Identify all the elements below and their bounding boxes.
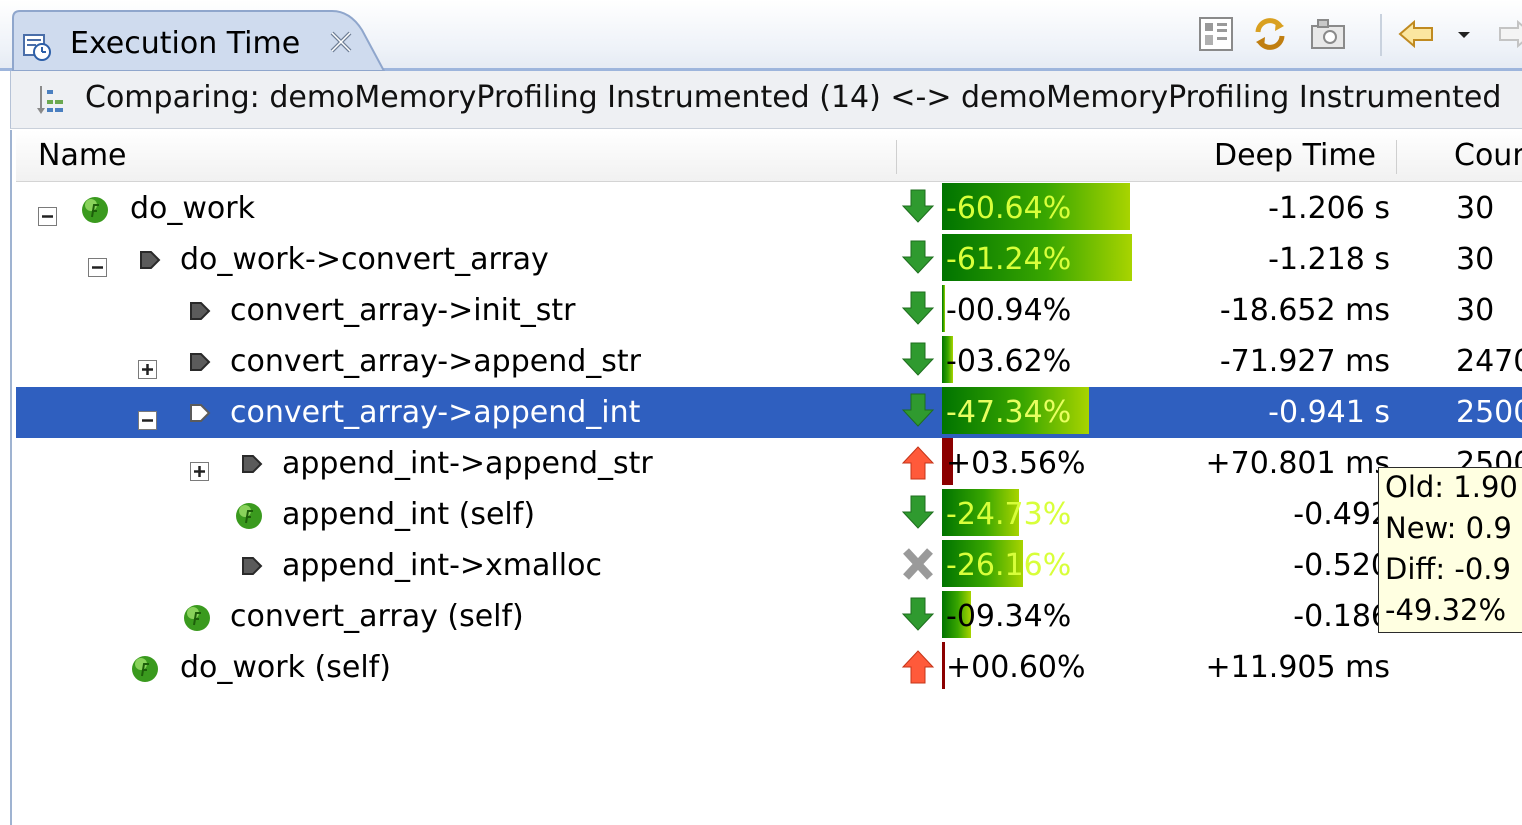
row-count: 2470 (1456, 344, 1522, 379)
row-name: do_work (self) (180, 650, 391, 685)
call-icon (186, 297, 214, 325)
row-percent: -47.34% (946, 395, 1072, 430)
close-icon[interactable] (327, 28, 355, 56)
comparison-label: Comparing: demoMemoryProfiling Instrumen… (85, 80, 1502, 115)
decrease-arrow-icon (900, 392, 936, 430)
row-name: append_int (self) (282, 497, 536, 532)
row-deep-time: -0.492 (1293, 497, 1390, 532)
call-icon (186, 348, 214, 376)
row-deep-time: -0.186 (1293, 599, 1390, 634)
tree-row[interactable]: do_work->convert_array -61.24% -1.218 s 30 (16, 234, 1522, 285)
view-tab-strip: Execution Time (0, 0, 1522, 72)
collapse-icon[interactable] (88, 250, 107, 277)
decrease-arrow-icon (900, 596, 936, 634)
decrease-arrow-icon (900, 239, 936, 277)
refresh-icon[interactable] (1250, 14, 1290, 54)
row-name: convert_array->append_str (230, 344, 641, 379)
toolbar-separator (1380, 14, 1382, 56)
decrease-arrow-icon (900, 341, 936, 379)
diff-bar (942, 285, 945, 332)
row-count: 30 (1456, 191, 1495, 226)
tab-execution-time[interactable]: Execution Time (12, 10, 390, 72)
row-name: convert_array->init_str (230, 293, 576, 328)
collapse-icon[interactable] (138, 403, 157, 430)
call-icon (238, 450, 266, 478)
row-deep-time: -0.941 s (1268, 395, 1390, 430)
function-icon (182, 603, 210, 631)
decrease-arrow-icon (900, 290, 936, 328)
camera-icon[interactable] (1308, 14, 1348, 54)
dropdown-icon[interactable] (1452, 14, 1476, 54)
stopwatch-icon (22, 32, 52, 62)
row-percent: -26.16% (946, 548, 1072, 583)
decrease-arrow-icon (900, 494, 936, 532)
call-icon (238, 552, 266, 580)
forward-arrow-icon[interactable] (1496, 14, 1522, 54)
row-name: append_int->append_str (282, 446, 653, 481)
call-icon (186, 399, 214, 427)
tree-row[interactable]: append_int->xmalloc -26.16% -0.520 (16, 540, 1522, 591)
diff-bar (942, 642, 945, 689)
back-arrow-icon[interactable] (1396, 14, 1436, 54)
row-name: convert_array->append_int (230, 395, 641, 430)
tree-row[interactable]: append_int (self) -24.73% -0.492 (16, 489, 1522, 540)
view-left-border (10, 130, 12, 825)
column-header-deep-time[interactable]: Deep Time (1214, 130, 1376, 182)
row-deep-time: -71.927 ms (1219, 344, 1390, 379)
column-header-count[interactable]: Coun (1454, 130, 1522, 182)
tooltip-diff-value: Diff: -0.9 (1385, 552, 1511, 586)
row-deep-time: -1.218 s (1268, 242, 1390, 277)
tree-row[interactable]: convert_array->append_int -47.34% -0.941 s… (16, 387, 1522, 438)
tree-row[interactable]: append_int->append_str +03.56% +70.801 ms 2… (16, 438, 1522, 489)
decrease-arrow-icon (900, 188, 936, 226)
tree-row[interactable]: convert_array (self) -09.34% -0.186 (16, 591, 1522, 642)
removed-icon (900, 545, 936, 583)
function-icon (80, 195, 108, 223)
collapse-icon[interactable] (38, 199, 57, 226)
row-percent: +00.60% (946, 650, 1086, 685)
row-count: 30 (1456, 242, 1495, 277)
row-deep-time: +11.905 ms (1205, 650, 1391, 685)
row-percent: -24.73% (946, 497, 1072, 532)
table-header: Name Deep Time Coun (16, 130, 1522, 182)
compare-icon (35, 82, 71, 118)
comparison-banner: Comparing: demoMemoryProfiling Instrumen… (10, 71, 1522, 129)
tooltip-percent-value: -49.32% (1385, 593, 1507, 627)
row-percent: +03.56% (946, 446, 1086, 481)
row-percent: -09.34% (946, 599, 1072, 634)
row-name: do_work->convert_array (180, 242, 549, 277)
row-percent: -61.24% (946, 242, 1072, 277)
row-deep-time: -1.206 s (1268, 191, 1390, 226)
row-deep-time: +70.801 ms (1205, 446, 1391, 481)
column-separator (896, 140, 897, 174)
row-percent: -00.94% (946, 293, 1072, 328)
tab-title: Execution Time (70, 26, 301, 61)
row-name: do_work (130, 191, 255, 226)
column-separator (1396, 140, 1397, 174)
row-count: 30 (1456, 293, 1495, 328)
tree-row[interactable]: convert_array->init_str -00.94% -18.652 ms… (16, 285, 1522, 336)
row-name: append_int->xmalloc (282, 548, 602, 583)
increase-arrow-icon (900, 647, 936, 685)
expand-icon[interactable] (190, 454, 209, 481)
tree-row[interactable]: do_work -60.64% -1.206 s 30 (16, 183, 1522, 234)
row-name: convert_array (self) (230, 599, 524, 634)
row-percent: -03.62% (946, 344, 1072, 379)
row-percent: -60.64% (946, 191, 1072, 226)
increase-arrow-icon (900, 443, 936, 481)
expand-icon[interactable] (138, 352, 157, 379)
layout-icon[interactable] (1196, 14, 1236, 54)
row-count: 2500 (1456, 395, 1522, 430)
function-icon (234, 501, 262, 529)
call-icon (136, 246, 164, 274)
function-icon (130, 654, 158, 682)
tooltip-old-value: Old: 1.90 (1385, 470, 1518, 504)
column-header-name[interactable]: Name (38, 130, 127, 182)
tree-row[interactable]: convert_array->append_str -03.62% -71.927 … (16, 336, 1522, 387)
tree-row[interactable]: do_work (self) +00.60% +11.905 ms (16, 642, 1522, 693)
value-tooltip: Old: 1.90 New: 0.9 Diff: -0.9 -49.32% (1378, 467, 1522, 633)
row-deep-time: -0.520 (1293, 548, 1390, 583)
tooltip-new-value: New: 0.9 (1385, 511, 1512, 545)
row-deep-time: -18.652 ms (1219, 293, 1390, 328)
